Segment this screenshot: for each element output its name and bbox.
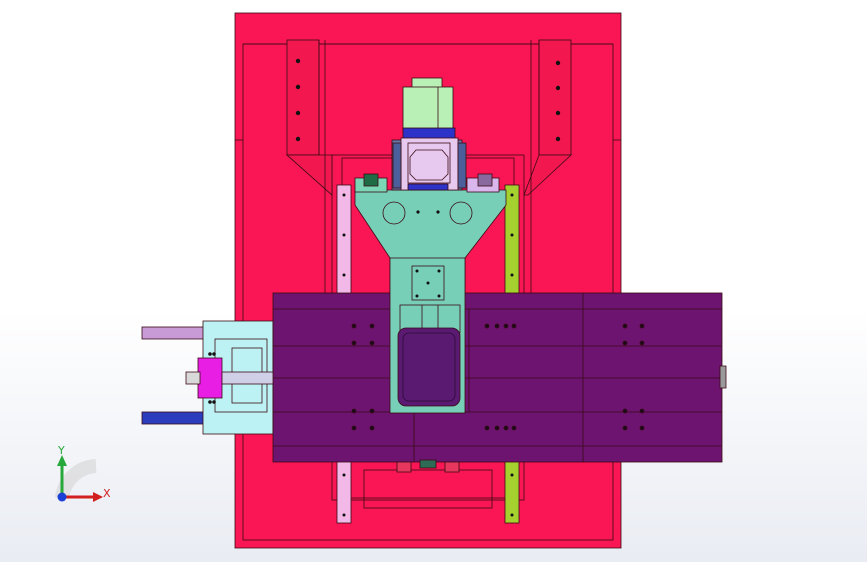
x-axis-label: X xyxy=(103,487,111,500)
origin-marker xyxy=(57,492,67,502)
cad-viewport[interactable]: X Y xyxy=(0,0,867,562)
worktable xyxy=(272,292,727,463)
x-drive-unit xyxy=(141,320,278,435)
axis-triad: X Y xyxy=(55,444,111,502)
machine-top-view: X Y xyxy=(55,12,727,549)
tool-magazine xyxy=(397,327,461,407)
y-axis-label: Y xyxy=(57,444,65,457)
